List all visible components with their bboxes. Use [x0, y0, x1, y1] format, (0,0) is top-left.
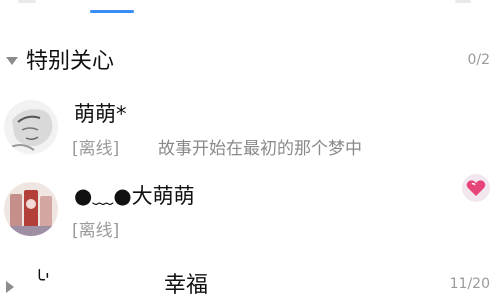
group-header-special[interactable]: 特别关心 0/2	[0, 42, 500, 82]
contact-name: 萌萌*	[74, 102, 127, 126]
group-count: 11/20	[449, 276, 490, 292]
avatar	[4, 182, 58, 236]
status-text: [离线]	[72, 221, 120, 241]
tab-hint-left	[18, 0, 36, 3]
expand-arrow-icon	[6, 57, 18, 65]
group-name: 幸福	[164, 273, 209, 298]
heart-badge-icon	[462, 174, 490, 202]
group-name: 特别关心	[26, 49, 115, 74]
group-count: 0/2	[467, 52, 490, 68]
contact-item-mengmeng[interactable]: 萌萌* [离线] 故事开始在最初的那个梦中	[0, 100, 500, 180]
tab-hint-right	[455, 0, 471, 3]
group-header-happiness[interactable]: ╰' 幸福 11/20	[0, 266, 500, 306]
contact-item-da-mengmeng[interactable]: ●﹏●大萌萌 [离线]	[0, 174, 500, 262]
signature-text: 故事开始在最初的那个梦中	[158, 139, 362, 159]
contact-name: ●﹏●大萌萌	[74, 184, 195, 208]
avatar	[4, 100, 58, 154]
status-text: [离线]	[72, 139, 120, 159]
active-tab-indicator	[90, 10, 134, 13]
group-partial-text: ╰'	[34, 270, 50, 291]
collapsed-arrow-icon	[6, 281, 14, 293]
